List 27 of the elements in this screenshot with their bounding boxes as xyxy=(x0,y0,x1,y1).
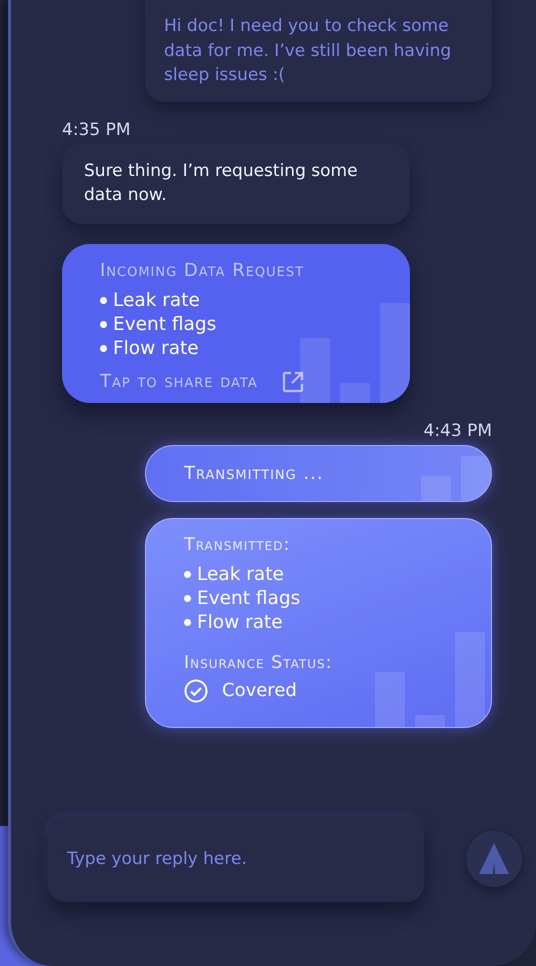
bullet-icon xyxy=(100,321,107,328)
list-item: Event flags xyxy=(113,312,216,336)
bullet-icon xyxy=(184,571,191,578)
status-text: Transmitting ... xyxy=(184,462,324,484)
bullet-icon xyxy=(100,297,107,304)
list-item: Leak rate xyxy=(113,288,200,312)
bullet-icon xyxy=(184,595,191,602)
status-label: Insurance Status: xyxy=(184,652,334,672)
message-bubble: Sure thing. I’m requesting some data now. xyxy=(62,142,410,224)
list-item: Flow rate xyxy=(197,610,283,634)
card-title: Transmitted: xyxy=(184,534,292,554)
send-arrow-icon xyxy=(479,843,509,875)
message-bubble: Hi doc! I need you to check some data for me. I’ve still been having sleep issues :( xyxy=(145,0,492,102)
card-title: Incoming Data Request xyxy=(100,260,306,280)
list-item: Event flags xyxy=(197,586,300,610)
list-item: Flow rate xyxy=(113,336,199,360)
bullet-icon xyxy=(100,345,107,352)
share-link[interactable]: Tap to share data xyxy=(100,371,258,392)
timestamp: 4:35 PM xyxy=(62,120,132,140)
timestamp: 4:43 PM xyxy=(422,420,492,440)
bullet-icon xyxy=(184,619,191,626)
bar-chart-drawing xyxy=(421,456,491,500)
list-item: Leak rate xyxy=(197,562,284,586)
external-link-icon xyxy=(282,370,304,392)
status-value: Covered xyxy=(222,680,297,701)
data-request-card[interactable]: Incoming Data Request Leak rate Event flags Flow rate Tap to share data xyxy=(62,244,410,402)
reply-field[interactable]: Type your reply here. xyxy=(48,816,424,902)
